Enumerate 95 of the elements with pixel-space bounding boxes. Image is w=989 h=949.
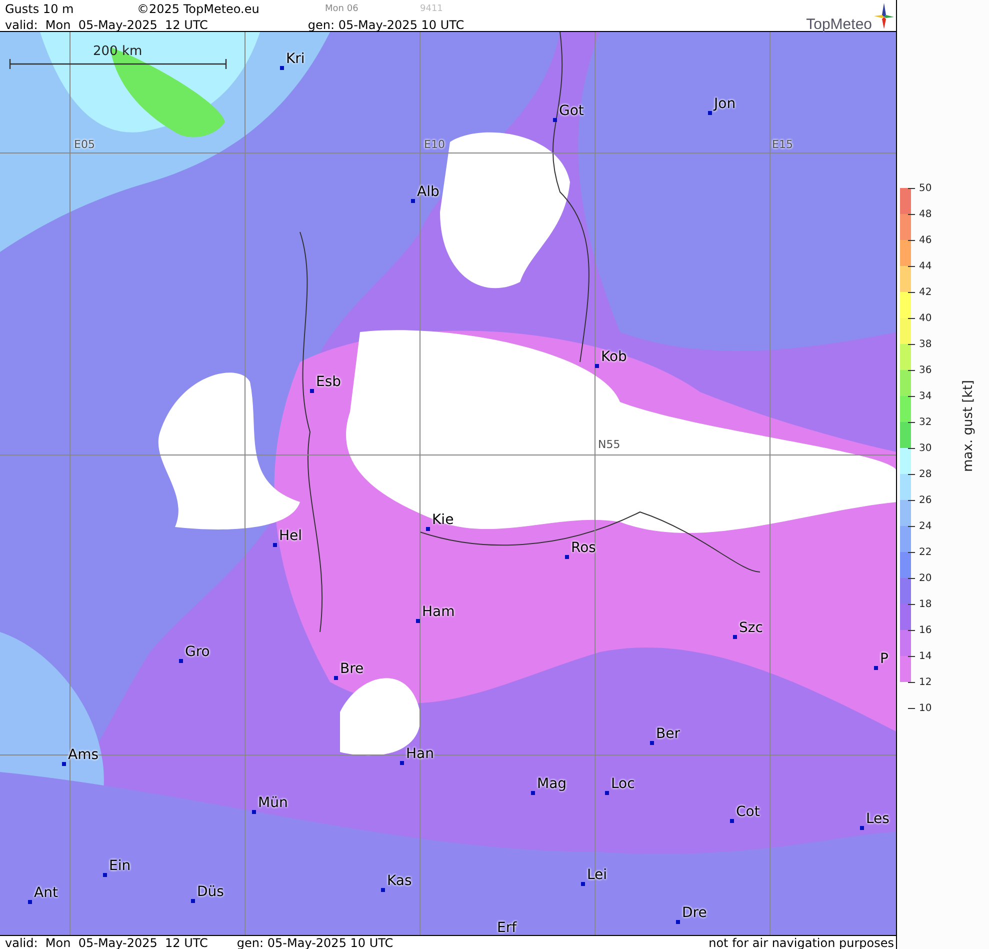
city-marker-icon	[280, 66, 284, 70]
city-label: Kas	[387, 873, 412, 889]
city-marker-icon	[273, 543, 277, 547]
city-marker-icon	[860, 826, 864, 830]
city-label: Bre	[340, 661, 364, 677]
map-title: Gusts 10 m	[5, 2, 75, 16]
scale-tick-label: 44	[919, 260, 932, 272]
legend-title: max. gust [kt]	[961, 380, 976, 472]
city-marker-icon	[874, 666, 878, 670]
city-label: Mag	[537, 776, 567, 792]
scale-tick-label: 38	[919, 338, 932, 350]
scale-tick-label: 34	[919, 390, 932, 402]
city-marker-icon	[400, 761, 404, 765]
city-marker-icon	[310, 389, 314, 393]
city-label: P	[880, 651, 888, 667]
city-label: Kie	[432, 512, 454, 528]
scale-tick-label: 20	[919, 572, 932, 584]
city-label: Got	[559, 103, 584, 119]
city-marker-icon	[334, 676, 338, 680]
city-label: Ein	[109, 858, 131, 874]
valid-time-text: valid: Mon 05-May-2025 12 UTC	[5, 936, 208, 949]
city-label: Alb	[417, 184, 440, 200]
city-marker-icon	[62, 762, 66, 766]
city-marker-icon	[565, 555, 569, 559]
city-label: Loc	[611, 776, 635, 792]
scale-tick-label: 10	[919, 702, 932, 714]
city-label: Ams	[68, 747, 99, 763]
city-label: Szc	[739, 620, 763, 636]
scale-tick-label: 22	[919, 546, 932, 558]
city-label: Ham	[422, 604, 455, 620]
city-label: Ber	[656, 726, 680, 742]
scale-tick-label: 16	[919, 624, 932, 636]
city-marker-icon	[28, 900, 32, 904]
city-marker-icon	[103, 873, 107, 877]
city-marker-icon	[581, 882, 585, 886]
city-marker-icon	[730, 819, 734, 823]
city-label: Les	[866, 811, 890, 827]
city-marker-icon	[416, 619, 420, 623]
city-label: Kob	[601, 349, 627, 365]
scale-tick-label: 30	[919, 442, 932, 454]
scale-tick-label: 12	[919, 676, 932, 688]
scale-tick-label: 50	[919, 182, 932, 194]
city-label: Ant	[34, 885, 58, 901]
grid-label: E10	[424, 138, 445, 151]
scale-tick-label: 18	[919, 598, 932, 610]
scale-tick-label: 36	[919, 364, 932, 376]
scale-tick-label: 24	[919, 520, 932, 532]
city-marker-icon	[553, 118, 557, 122]
city-marker-icon	[411, 199, 415, 203]
scale-tick-label: 40	[919, 312, 932, 324]
city-label: Cot	[736, 804, 760, 820]
city-label: Ros	[571, 540, 596, 556]
city-marker-icon	[426, 527, 430, 531]
city-label: Esb	[316, 374, 342, 390]
city-marker-icon	[531, 791, 535, 795]
code-text: 9411	[420, 4, 443, 14]
scale-tick-label: 48	[919, 208, 932, 220]
logo-text: TopMeteo	[806, 16, 872, 33]
city-marker-icon	[179, 659, 183, 663]
city-label: Hel	[279, 528, 302, 544]
generated-time-text: gen: 05-May-2025 10 UTC	[308, 18, 464, 32]
scale-tick-label: 42	[919, 286, 932, 298]
compass-star-icon	[874, 3, 894, 29]
city-marker-icon	[191, 899, 195, 903]
copyright-text: ©2025 TopMeteo.eu	[137, 2, 260, 16]
city-label: Han	[406, 746, 434, 762]
next-run-text: Mon 06	[325, 4, 360, 14]
city-label: Düs	[197, 884, 224, 900]
scale-tick-label: 28	[919, 468, 932, 480]
scale-tick-label: 46	[919, 234, 932, 246]
scale-tick-label: 32	[919, 416, 932, 428]
generated-time-text: gen: 05-May-2025 10 UTC	[236, 936, 394, 949]
city-label: Jon	[714, 96, 736, 112]
city-label: Dre	[682, 905, 707, 921]
city-label: Lei	[587, 867, 608, 883]
scale-bar-icon	[9, 58, 227, 70]
city-label: Mün	[258, 795, 288, 811]
city-label: Gro	[185, 644, 210, 660]
city-label: Erf	[497, 920, 517, 935]
grid-label: E15	[772, 138, 793, 151]
city-marker-icon	[605, 791, 609, 795]
city-marker-icon	[381, 888, 385, 892]
grid-label: N55	[598, 438, 620, 451]
city-marker-icon	[650, 741, 654, 745]
disclaimer-text: not for air navigation purposes	[708, 936, 894, 949]
valid-time-text: valid: Mon 05-May-2025 12 UTC	[5, 18, 208, 32]
scale-tick-label: 26	[919, 494, 932, 506]
grid-label: E05	[74, 138, 95, 151]
city-marker-icon	[733, 635, 737, 639]
city-label: Kri	[286, 51, 305, 67]
city-marker-icon	[252, 810, 256, 814]
city-marker-icon	[595, 364, 599, 368]
city-marker-icon	[708, 111, 712, 115]
scale-tick-label: 14	[919, 650, 932, 662]
city-marker-icon	[676, 920, 680, 924]
